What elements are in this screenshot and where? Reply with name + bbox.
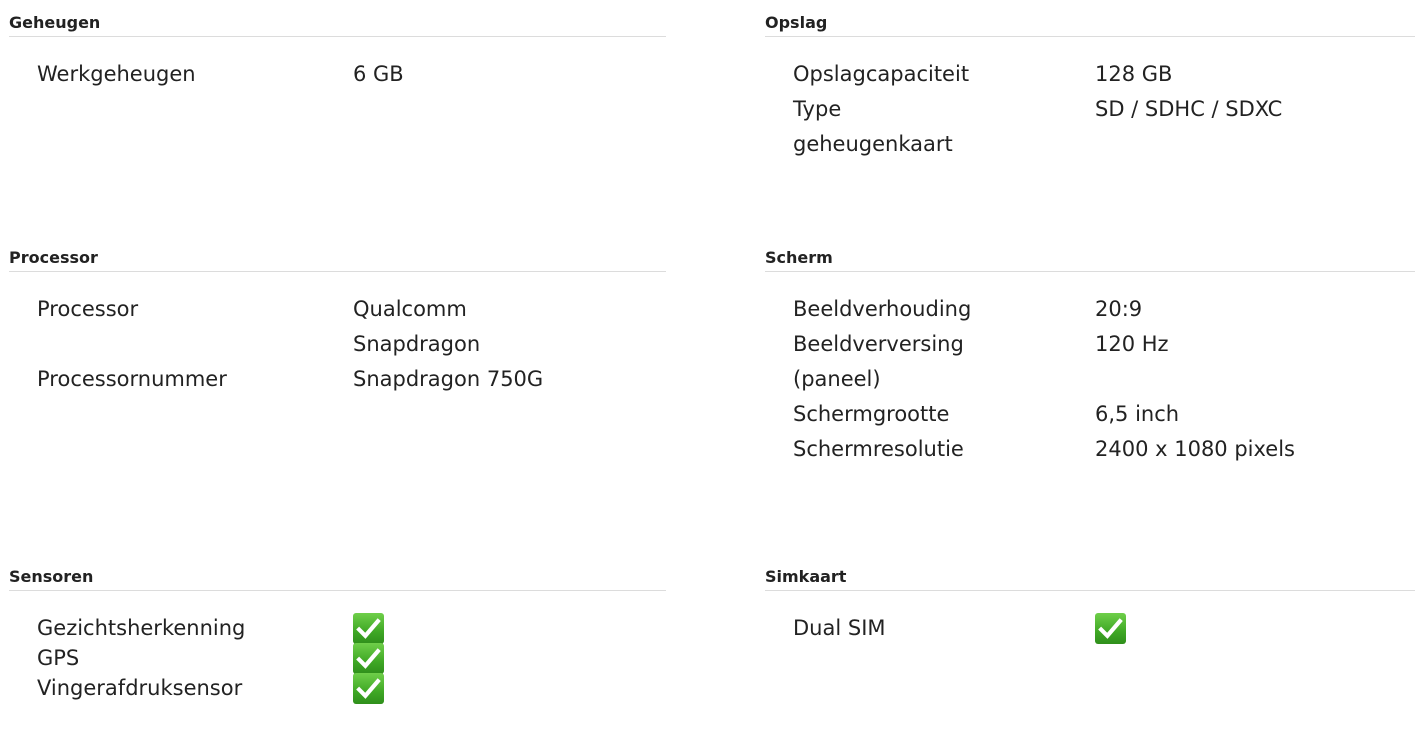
spec-value bbox=[1095, 613, 1415, 644]
section-title: Opslag bbox=[765, 12, 1415, 37]
spec-list: Beeldverhouding 20:9 Beeldverversing (pa… bbox=[793, 292, 1415, 467]
spec-row: Opslagcapaciteit 128 GB bbox=[793, 57, 1415, 92]
spec-row: GPS bbox=[37, 643, 666, 674]
spec-value bbox=[353, 613, 666, 644]
section-processor: Processor Processor Qualcomm Snapdragon … bbox=[9, 247, 666, 397]
spec-label: GPS bbox=[37, 646, 80, 670]
section-title: Processor bbox=[9, 247, 666, 272]
spec-value: 128 GB bbox=[1095, 62, 1173, 86]
spec-label: Vingerafdruksensor bbox=[37, 676, 243, 700]
spec-row: Vingerafdruksensor bbox=[37, 673, 666, 704]
spec-list: Werkgeheugen 6 GB bbox=[37, 57, 666, 92]
spec-label: Dual SIM bbox=[793, 616, 886, 640]
spec-label: Opslagcapaciteit bbox=[793, 62, 970, 86]
spec-label: Schermresolutie bbox=[793, 437, 964, 461]
check-icon bbox=[1095, 613, 1126, 644]
spec-value: 6,5 inch bbox=[1095, 402, 1180, 426]
spec-row: Schermgrootte 6,5 inch bbox=[793, 397, 1415, 432]
check-icon bbox=[353, 673, 384, 704]
spec-row: Beeldverversing (paneel) 120 Hz bbox=[793, 327, 1415, 397]
section-sensoren: Sensoren Gezichtsherkenning GPS Vingeraf… bbox=[9, 566, 666, 704]
spec-row: Schermresolutie 2400 x 1080 pixels bbox=[793, 432, 1415, 467]
spec-label: Processor bbox=[37, 297, 139, 321]
spec-list: Dual SIM bbox=[793, 613, 1415, 644]
spec-row: Type geheugenkaart SD / SDHC / SDXC bbox=[793, 92, 1415, 162]
spec-label: Gezichtsherkenning bbox=[37, 616, 246, 640]
spec-row: Beeldverhouding 20:9 bbox=[793, 292, 1415, 327]
spec-row: Processor Qualcomm Snapdragon bbox=[37, 292, 666, 362]
spec-value bbox=[353, 643, 666, 674]
section-title: Scherm bbox=[765, 247, 1415, 272]
section-scherm: Scherm Beeldverhouding 20:9 Beeldververs… bbox=[765, 247, 1415, 467]
spec-label: Werkgeheugen bbox=[37, 62, 196, 86]
spec-value: Qualcomm Snapdragon bbox=[353, 297, 481, 356]
spec-value: 20:9 bbox=[1095, 297, 1143, 321]
spec-row: Werkgeheugen 6 GB bbox=[37, 57, 666, 92]
spec-value: 6 GB bbox=[353, 62, 404, 86]
section-title: Simkaart bbox=[765, 566, 1415, 591]
spec-label: Type geheugenkaart bbox=[793, 97, 953, 156]
section-simkaart: Simkaart Dual SIM bbox=[765, 566, 1415, 644]
check-icon bbox=[353, 613, 384, 644]
spec-label: Beeldverhouding bbox=[793, 297, 972, 321]
section-opslag: Opslag Opslagcapaciteit 128 GB Type gehe… bbox=[765, 12, 1415, 162]
spec-label: Processornummer bbox=[37, 367, 227, 391]
spec-row: Gezichtsherkenning bbox=[37, 613, 666, 644]
spec-list: Processor Qualcomm Snapdragon Processorn… bbox=[37, 292, 666, 397]
spec-value bbox=[353, 673, 666, 704]
section-geheugen: Geheugen Werkgeheugen 6 GB bbox=[9, 12, 666, 92]
spec-list: Opslagcapaciteit 128 GB Type geheugenkaa… bbox=[793, 57, 1415, 162]
spec-value: 120 Hz bbox=[1095, 332, 1169, 356]
spec-value: Snapdragon 750G bbox=[353, 367, 544, 391]
spec-label: Beeldverversing (paneel) bbox=[793, 332, 964, 391]
spec-row: Processornummer Snapdragon 750G bbox=[37, 362, 666, 397]
spec-row: Dual SIM bbox=[793, 613, 1415, 644]
section-title: Sensoren bbox=[9, 566, 666, 591]
spec-grid: Geheugen Werkgeheugen 6 GB Opslag Opslag… bbox=[0, 0, 1415, 733]
check-icon bbox=[353, 643, 384, 674]
spec-value: SD / SDHC / SDXC bbox=[1095, 97, 1283, 121]
spec-value: 2400 x 1080 pixels bbox=[1095, 437, 1295, 461]
spec-label: Schermgrootte bbox=[793, 402, 950, 426]
section-title: Geheugen bbox=[9, 12, 666, 37]
spec-list: Gezichtsherkenning GPS Vingerafdruksenso… bbox=[37, 613, 666, 704]
